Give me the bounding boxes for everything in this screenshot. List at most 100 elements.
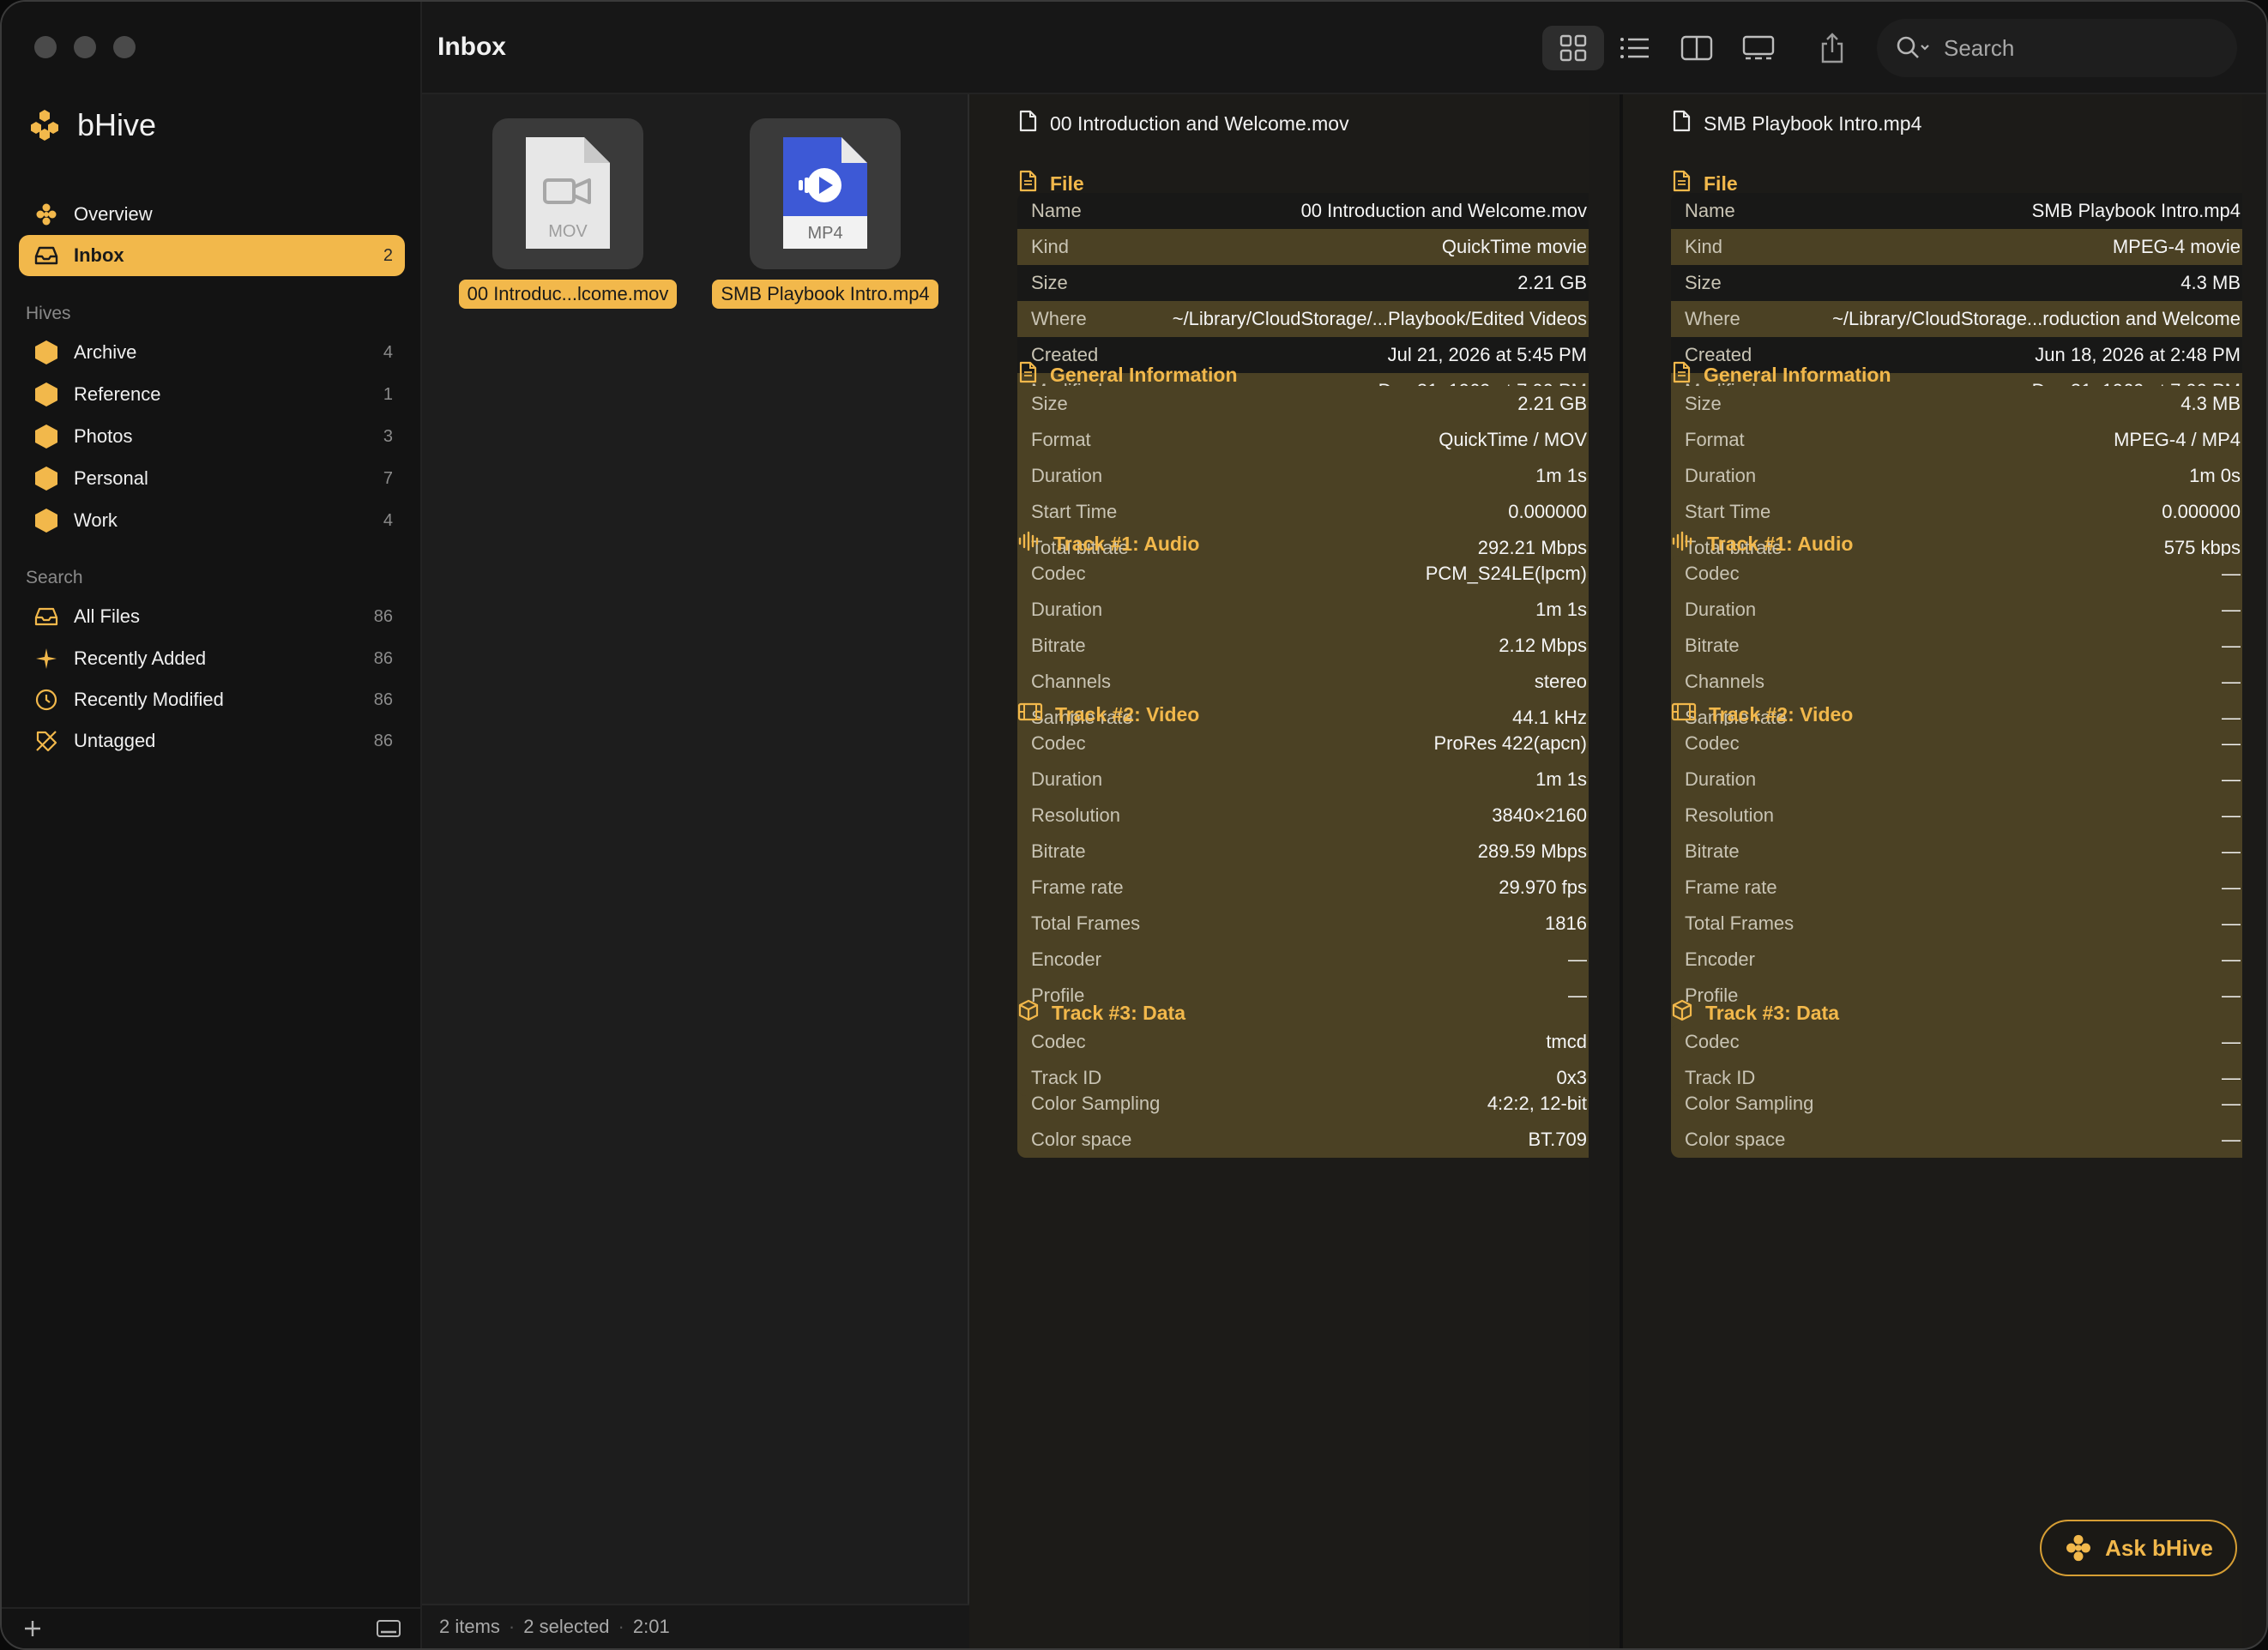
info-key: Bitrate	[1685, 635, 1740, 656]
tray-icon	[33, 603, 60, 630]
page-title: Inbox	[437, 33, 506, 61]
info-key: Duration	[1685, 465, 1757, 486]
file-thumbnail: MP4	[750, 118, 901, 269]
info-key: Format	[1685, 429, 1745, 450]
ask-bhive-button[interactable]: Ask bHive	[2040, 1520, 2237, 1576]
ask-bhive-label: Ask bHive	[2105, 1534, 2213, 1561]
waveform-icon	[1671, 531, 1695, 557]
inspector-title-text: SMB Playbook Intro.mp4	[1704, 111, 1922, 135]
info-key: Total Frames	[1685, 912, 1794, 934]
info-value: PCM_S24LE(lpcm)	[1425, 563, 1587, 584]
sidebar-item-label: Recently Added	[74, 647, 207, 669]
info-value: 0.000000	[2162, 501, 2241, 522]
info-value: —	[2222, 804, 2241, 826]
info-value: ~/Library/CloudStorage...roduction and W…	[1832, 308, 2241, 329]
zoom-window-button[interactable]	[113, 36, 136, 58]
file-item[interactable]: MP4 SMB Playbook Intro.mp4	[705, 118, 945, 309]
sidebar-item-count: 4	[383, 510, 393, 530]
file-thumbnail: MOV	[492, 118, 643, 269]
info-key: Duration	[1031, 465, 1103, 486]
grid-view-button[interactable]	[1542, 26, 1604, 70]
info-key: Size	[1685, 272, 1722, 293]
info-value: ~/Library/CloudStorage/...Playbook/Edite…	[1172, 308, 1587, 329]
search-field[interactable]: Search	[1877, 19, 2237, 77]
inspector-panel: SMB Playbook Intro.mp4 File Name SMB Playbo…	[1623, 94, 2242, 1648]
audio-track-section-title: Track #1: Audio	[1671, 531, 1853, 557]
info-value: —	[2222, 768, 2241, 790]
sidebar-item-photos[interactable]: Photos 3	[19, 416, 405, 457]
info-value: —	[2222, 1129, 2241, 1150]
sidebar-item-archive[interactable]: Archive 4	[19, 332, 405, 373]
info-key: Channels	[1031, 671, 1111, 692]
info-row: Format QuickTime / MOV	[1017, 422, 1589, 458]
info-key: Bitrate	[1031, 840, 1086, 862]
toggle-panel-icon[interactable]	[376, 1618, 401, 1643]
video-track-section-title: Track #2: Video	[1671, 702, 1853, 727]
sidebar-item-overview[interactable]: Overview	[19, 194, 405, 235]
sidebar-item-personal[interactable]: Personal 7	[19, 458, 405, 499]
sidebar-item-all-files[interactable]: All Files 86	[19, 596, 405, 637]
section-title-text: Track #2: Video	[1055, 702, 1200, 726]
sidebar-item-reference[interactable]: Reference 1	[19, 374, 405, 415]
info-row: Frame rate 29.970 fps	[1017, 870, 1589, 906]
info-key: Duration	[1685, 599, 1757, 620]
info-value: —	[1568, 948, 1587, 970]
info-row: Duration 1m 0s	[1671, 458, 2242, 494]
info-row: Track ID 0x3	[1017, 1060, 1589, 1096]
column-view-button[interactable]	[1666, 26, 1728, 70]
search-placeholder: Search	[1944, 34, 2015, 61]
share-button[interactable]	[1805, 22, 1860, 74]
info-value: —	[2222, 1031, 2241, 1052]
section-title-text: Track #3: Data	[1705, 1001, 1839, 1024]
info-value: tmcd	[1546, 1031, 1587, 1052]
sidebar-item-inbox[interactable]: Inbox 2	[19, 235, 405, 276]
sidebar-item-count: 86	[373, 648, 393, 668]
file-name: SMB Playbook Intro.mp4	[712, 280, 938, 309]
info-value: —	[2222, 876, 2241, 898]
close-window-button[interactable]	[34, 36, 57, 58]
info-key: Kind	[1031, 236, 1070, 257]
gallery-view-button[interactable]	[1728, 26, 1789, 70]
info-value: QuickTime / MOV	[1439, 429, 1587, 450]
untag-icon	[33, 727, 60, 755]
sidebar-item-count: 7	[383, 468, 393, 488]
info-value: —	[2222, 1067, 2241, 1088]
video-track-section-title: Track #2: Video	[1017, 702, 1199, 727]
sidebar-item-count: 86	[373, 606, 393, 626]
total-duration: 2:01	[632, 1616, 670, 1637]
info-row: Duration 1m 1s	[1017, 592, 1589, 628]
info-row: Name 00 Introduction and Welcome.mov	[1017, 193, 1589, 229]
hive-hexagon-icon	[35, 425, 57, 449]
info-value: MPEG-4 / MP4	[2114, 429, 2241, 450]
info-key: Where	[1685, 308, 1740, 329]
info-value: 2.21 GB	[1517, 393, 1587, 414]
info-value: 289.59 Mbps	[1477, 840, 1587, 862]
sidebar-item-label: Reference	[74, 383, 161, 405]
info-key: Size	[1685, 393, 1722, 414]
sidebar-item-work[interactable]: Work 4	[19, 500, 405, 541]
info-value: —	[2222, 563, 2241, 584]
section-title-text: General Information	[1050, 363, 1238, 386]
list-view-button[interactable]	[1604, 26, 1666, 70]
sidebar-footer	[2, 1607, 422, 1648]
file-item[interactable]: MOV 00 Introduc...lcome.mov	[448, 118, 688, 309]
minimize-window-button[interactable]	[74, 36, 96, 58]
hive-hexagon-icon	[35, 382, 57, 406]
add-icon[interactable]	[22, 1618, 43, 1643]
sidebar-item-recently-modified[interactable]: Recently Modified 86	[19, 679, 405, 720]
share-icon	[1821, 33, 1843, 63]
info-row: Bitrate 2.12 Mbps	[1017, 628, 1589, 664]
document-icon	[1017, 361, 1038, 388]
sidebar-item-untagged[interactable]: Untagged 86	[19, 720, 405, 762]
info-value: SMB Playbook Intro.mp4	[2031, 200, 2241, 221]
honeycomb-logo-icon	[31, 110, 58, 141]
info-value: 29.970 fps	[1499, 876, 1587, 898]
info-key: Encoder	[1031, 948, 1101, 970]
info-key: Kind	[1685, 236, 1723, 257]
film-icon	[1017, 702, 1043, 727]
sidebar-item-label: Work	[74, 509, 118, 531]
info-row: Size 4.3 MB	[1671, 386, 2242, 422]
sidebar-item-recently-added[interactable]: Recently Added 86	[19, 638, 405, 679]
section-title-text: Track #1: Audio	[1053, 532, 1200, 555]
file-browser: MOV 00 Introduc...lcome.mov MP4 SMB Play…	[422, 94, 969, 1607]
